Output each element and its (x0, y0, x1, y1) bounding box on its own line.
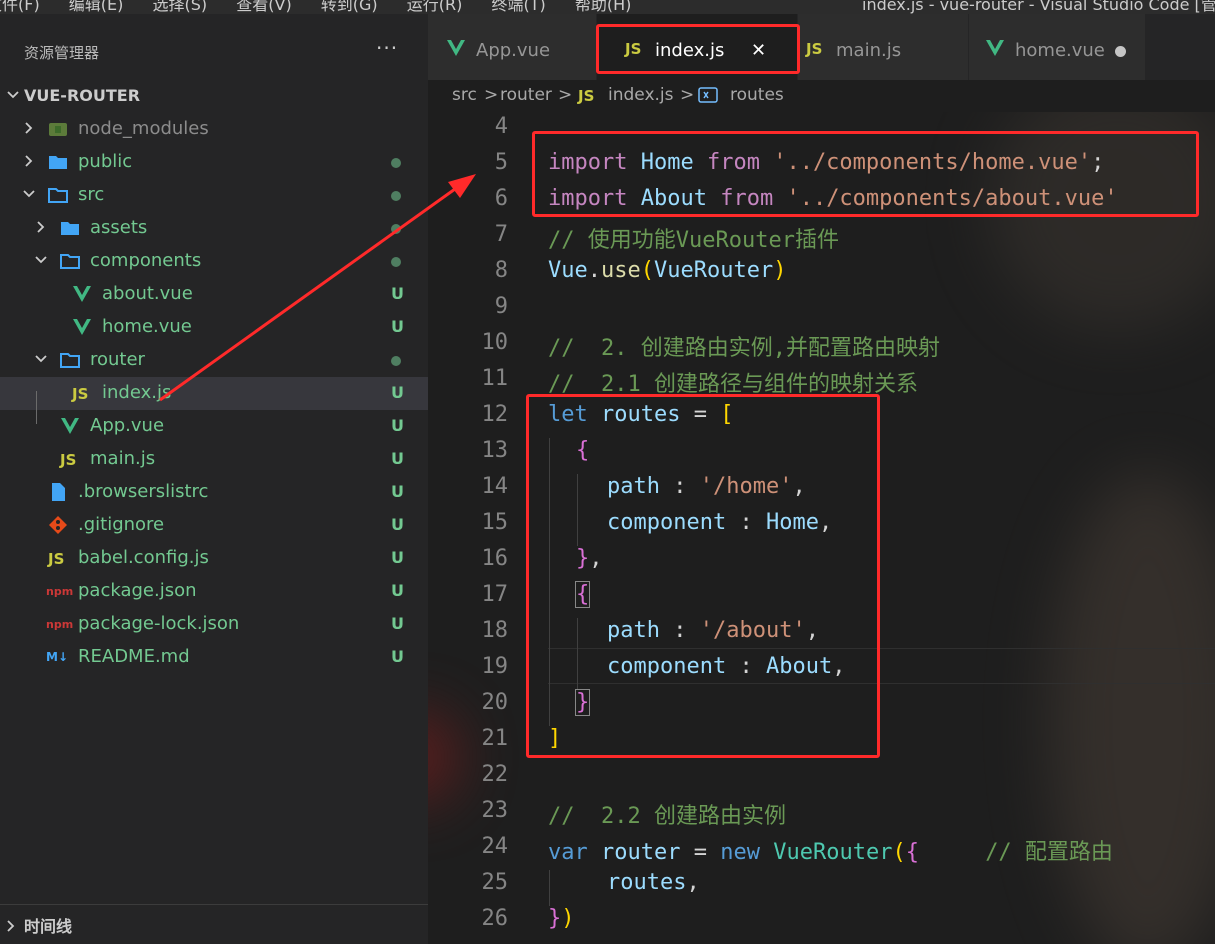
annotation-arrow (159, 174, 476, 402)
